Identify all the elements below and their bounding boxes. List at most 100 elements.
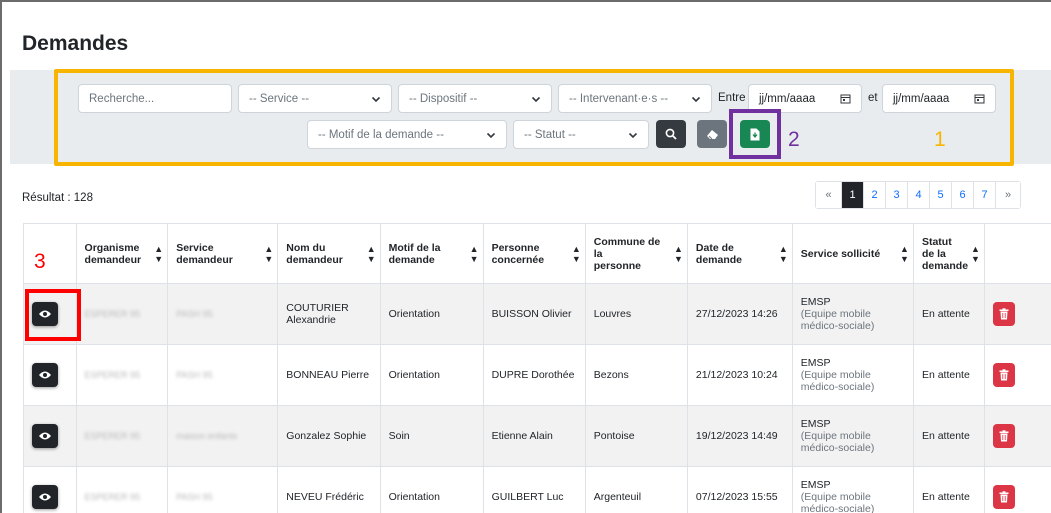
pagination-page-1[interactable]: 1 [842, 182, 864, 208]
sort-icon[interactable]: ▲ ▼ [971, 244, 980, 264]
pagination-page-2[interactable]: 2 [864, 182, 886, 208]
between-label: Entre [718, 92, 746, 104]
header-service[interactable]: Service demandeur ▲ ▼ [167, 223, 279, 284]
intervenant-select[interactable]: -- Intervenant·e·s -- [558, 84, 712, 113]
trash-icon [999, 430, 1009, 442]
delete-button[interactable] [992, 363, 1015, 387]
dispositif-select[interactable]: -- Dispositif -- [398, 84, 552, 113]
motif-select[interactable]: -- Motif de la demande -- [307, 120, 507, 149]
and-label: et [868, 92, 878, 104]
delete-button[interactable] [992, 302, 1015, 326]
view-button[interactable] [32, 363, 58, 387]
header-nom-line1: Nom du [286, 241, 326, 254]
cell-view [23, 405, 77, 467]
sort-icon[interactable]: ▲ ▼ [367, 244, 376, 264]
sort-icon[interactable]: ▲ ▼ [470, 244, 479, 264]
view-button[interactable] [32, 424, 58, 448]
trash-icon [999, 308, 1009, 320]
cell-organisme: ESPERER 95 [75, 466, 169, 513]
header-organisme[interactable]: Organisme demandeur ▲ ▼ [75, 223, 169, 284]
cell-commune: Pontoise [584, 405, 688, 467]
header-delete [983, 223, 1051, 284]
search-placeholder: Recherche... [89, 92, 155, 105]
header-motif-line1: Motif de la [388, 241, 441, 254]
calendar-icon[interactable] [974, 93, 985, 104]
cell-service-sollicite: EMSP (Equipe mobile médico-sociale) [791, 283, 914, 345]
header-personne-line1: Personne [491, 241, 540, 254]
pagination-page-7[interactable]: 7 [974, 182, 996, 208]
pagination-prev[interactable]: « [816, 182, 842, 208]
cell-statut: En attente [912, 283, 985, 345]
pagination-page-3[interactable]: 3 [886, 182, 908, 208]
table-row: ESPERER 95 PASH 95 BONNEAU Pierre Orient… [23, 344, 1051, 406]
annotation-box-export [729, 109, 781, 159]
table-row: ESPERER 95 maison enfants Gonzalez Sophi… [23, 405, 1051, 467]
sort-icon[interactable]: ▲ ▼ [900, 244, 909, 264]
header-commune[interactable]: Commune de la personne ▲ ▼ [584, 223, 688, 284]
header-statut[interactable]: Statut de la demande ▲ ▼ [912, 223, 985, 284]
service-value: maison enfants [176, 431, 238, 441]
statut-select[interactable]: -- Statut -- [513, 120, 649, 149]
cell-motif: Orientation [379, 283, 484, 345]
dispositif-select-value: -- Dispositif -- [409, 92, 478, 105]
cell-organisme: ESPERER 95 [75, 283, 169, 345]
pagination-page-4[interactable]: 4 [908, 182, 930, 208]
eye-icon [39, 371, 51, 379]
pagination-next[interactable]: » [996, 182, 1020, 208]
header-date[interactable]: Date de demande ▲ ▼ [686, 223, 793, 284]
sort-icon[interactable]: ▲ ▼ [572, 244, 581, 264]
pagination-page-6[interactable]: 6 [952, 182, 974, 208]
service-select[interactable]: -- Service -- [238, 84, 392, 113]
service-value: PASH 95 [176, 309, 213, 319]
table-row: ESPERER 95 PASH 95 COUTURIER Alexandrie O… [23, 283, 1051, 345]
header-date-line2: demande [695, 253, 743, 266]
date-to-placeholder: jj/mm/aaaa [893, 92, 950, 105]
header-statut-line3: demande [921, 259, 969, 272]
header-service-sollicite[interactable]: Service sollicité ▲ ▼ [791, 223, 914, 284]
chevron-down-icon [628, 132, 638, 138]
header-nom[interactable]: Nom du demandeur ▲ ▼ [277, 223, 381, 284]
delete-button[interactable] [992, 485, 1015, 509]
cell-delete [983, 405, 1051, 467]
date-to-input[interactable]: jj/mm/aaaa [882, 84, 996, 113]
header-commune-line2: personne [593, 259, 642, 272]
cell-nom: Gonzalez Sophie [277, 405, 381, 467]
organisme-value: ESPERER 95 [84, 370, 141, 380]
reset-button[interactable] [697, 120, 727, 148]
view-button[interactable] [32, 485, 58, 509]
cell-personne: BUISSON Olivier [482, 283, 586, 345]
chevron-down-icon [371, 96, 381, 102]
service-sollicite-detail: (Equipe mobile médico-sociale) [800, 430, 875, 454]
nom-value: Gonzalez Sophie [286, 430, 367, 442]
search-input[interactable]: Recherche... [78, 84, 232, 113]
header-commune-line1: Commune de la [593, 235, 661, 260]
cell-personne: GUILBERT Luc [482, 466, 586, 513]
cell-service: PASH 95 [167, 344, 279, 406]
cell-personne: Etienne Alain [482, 405, 586, 467]
service-sollicite-detail: (Equipe mobile médico-sociale) [800, 491, 875, 513]
trash-icon [999, 491, 1009, 503]
cell-service: PASH 95 [167, 283, 279, 345]
sort-icon[interactable]: ▲ ▼ [674, 244, 683, 264]
header-nom-line2: demandeur [286, 253, 343, 266]
sort-icon[interactable]: ▲ ▼ [264, 244, 273, 264]
sort-icon[interactable]: ▲ ▼ [779, 244, 788, 264]
motif-select-value: -- Motif de la demande -- [318, 128, 444, 141]
cell-date: 19/12/2023 14:49 [686, 405, 793, 467]
cell-nom: NEVEU Frédéric [277, 466, 381, 513]
pagination-page-5[interactable]: 5 [930, 182, 952, 208]
organisme-value: ESPERER 95 [84, 431, 141, 441]
header-motif[interactable]: Motif de la demande ▲ ▼ [379, 223, 484, 284]
header-service-sollicite-label: Service sollicité [800, 247, 881, 260]
cell-view [23, 344, 77, 406]
annotation-box-view [25, 289, 81, 341]
sort-icon[interactable]: ▲ ▼ [154, 244, 163, 264]
annotation-label-1: 1 [934, 128, 946, 151]
search-button[interactable] [656, 120, 686, 148]
header-personne-line2: concernée [491, 253, 545, 266]
header-service-line2: demandeur [176, 253, 233, 266]
delete-button[interactable] [992, 424, 1015, 448]
header-personne[interactable]: Personne concernée ▲ ▼ [482, 223, 586, 284]
chevron-down-icon [691, 96, 701, 102]
calendar-icon[interactable] [840, 93, 851, 104]
